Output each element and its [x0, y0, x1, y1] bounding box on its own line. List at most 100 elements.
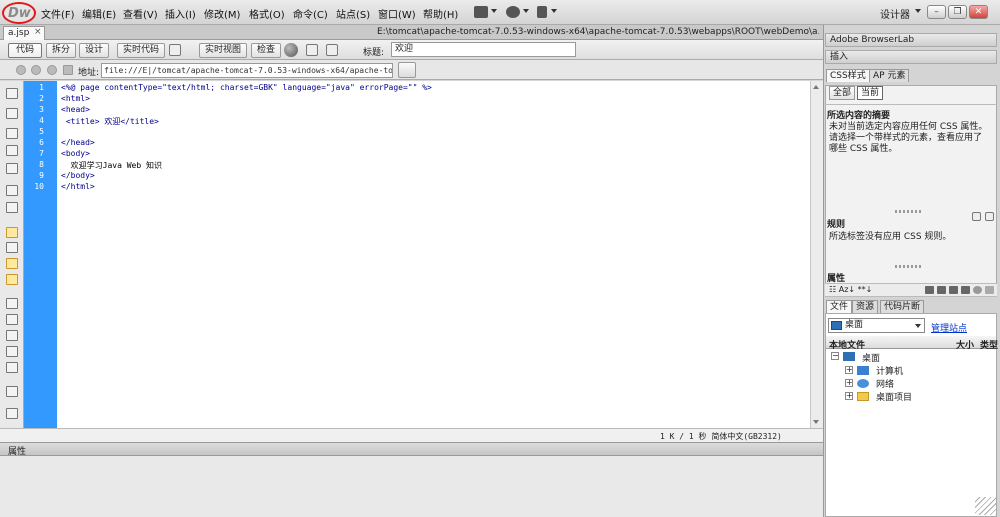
outdent-code-icon[interactable]: [6, 408, 18, 419]
tab-snippets[interactable]: 代码片断: [880, 300, 925, 313]
tree-item[interactable]: 桌面项目: [876, 390, 912, 403]
properties-panel-header[interactable]: [0, 442, 823, 456]
new-css-rule-icon[interactable]: [937, 286, 946, 294]
menu-modify[interactable]: 修改(M): [204, 6, 240, 21]
tree-toggle[interactable]: −: [831, 352, 839, 360]
collapse-selection-icon[interactable]: [6, 145, 18, 156]
remove-comment-icon[interactable]: [6, 314, 18, 325]
layout-icon[interactable]: [474, 6, 488, 18]
code-editor[interactable]: [57, 81, 810, 442]
close-button[interactable]: ✕: [969, 5, 988, 19]
chevron-down-icon[interactable]: [551, 9, 557, 13]
wrap-tag-icon[interactable]: [6, 330, 18, 341]
delete-rule-icon[interactable]: [985, 286, 994, 294]
scroll-up-icon[interactable]: [813, 85, 819, 89]
word-wrap-icon[interactable]: [6, 258, 18, 269]
resize-grip[interactable]: [975, 497, 997, 515]
visual-aids-icon[interactable]: [326, 44, 338, 56]
home-icon[interactable]: [63, 65, 73, 75]
edit-rule-icon[interactable]: [961, 286, 970, 294]
scroll-down-icon[interactable]: [813, 420, 819, 424]
tree-item[interactable]: 计算机: [876, 364, 903, 377]
address-input[interactable]: file:///E|/tomcat/apache-tomcat-7.0.53-w…: [101, 63, 393, 78]
manage-sites-link[interactable]: 管理站点: [931, 321, 967, 334]
code-line[interactable]: </head>: [61, 138, 95, 147]
close-icon[interactable]: ×: [34, 26, 42, 39]
code-line[interactable]: </html>: [61, 182, 95, 191]
live-view-button[interactable]: 实时视图: [199, 43, 247, 58]
cascade-icon[interactable]: [972, 212, 981, 221]
site-icon[interactable]: [537, 6, 547, 18]
tree-toggle[interactable]: +: [845, 366, 853, 374]
code-line[interactable]: <head>: [61, 105, 90, 114]
code-line[interactable]: <body>: [61, 149, 90, 158]
live-code-button[interactable]: 实时代码: [117, 43, 165, 58]
tree-item[interactable]: 网络: [876, 377, 894, 390]
menu-site[interactable]: 站点(S): [336, 6, 370, 21]
tree-toggle[interactable]: +: [845, 392, 853, 400]
attach-stylesheet-icon[interactable]: [925, 286, 934, 294]
preview-browser-icon[interactable]: [284, 43, 298, 57]
back-icon[interactable]: [16, 65, 26, 75]
page-title-input[interactable]: 欢迎: [391, 42, 576, 57]
menu-help[interactable]: 帮助(H): [423, 6, 458, 21]
col-local-files[interactable]: 本地文件: [829, 338, 865, 351]
show-code-navigator-icon[interactable]: [6, 108, 18, 119]
menu-format[interactable]: 格式(O): [249, 6, 285, 21]
menu-file[interactable]: 文件(F): [41, 6, 75, 21]
chevron-down-icon[interactable]: [915, 9, 921, 13]
menu-insert[interactable]: 插入(I): [165, 6, 196, 21]
code-line[interactable]: <html>: [61, 94, 90, 103]
minimize-button[interactable]: –: [927, 5, 946, 19]
menu-commands[interactable]: 命令(C): [293, 6, 328, 21]
apply-comment-icon[interactable]: [6, 298, 18, 309]
refresh-icon[interactable]: [306, 44, 318, 56]
code-line[interactable]: <title> 欢迎</title>: [61, 116, 159, 127]
select-parent-tag-icon[interactable]: [6, 185, 18, 196]
syntax-coloring-icon[interactable]: [6, 274, 18, 285]
tab-ap-elements[interactable]: AP 元素: [869, 69, 910, 82]
menu-view[interactable]: 查看(V): [123, 6, 158, 21]
split-view-button[interactable]: 拆分: [46, 43, 76, 58]
chevron-down-icon[interactable]: [491, 9, 497, 13]
tab-files[interactable]: 文件: [826, 300, 853, 313]
all-mode-button[interactable]: 全部: [829, 86, 856, 100]
tab-css-styles[interactable]: CSS样式: [826, 69, 870, 82]
indent-code-icon[interactable]: [6, 386, 18, 397]
code-line[interactable]: <%@ page contentType="text/html; charset…: [61, 83, 432, 92]
site-select[interactable]: 桌面: [828, 318, 925, 333]
collapse-tag-icon[interactable]: [6, 128, 18, 139]
tree-toggle[interactable]: +: [845, 379, 853, 387]
address-options-icon[interactable]: [398, 62, 416, 78]
menu-edit[interactable]: 编辑(E): [82, 6, 116, 21]
insert-panel-header[interactable]: 插入: [825, 50, 997, 64]
inspect-button[interactable]: 检查: [251, 43, 281, 58]
chevron-down-icon[interactable]: [523, 9, 529, 13]
browserlab-panel-header[interactable]: Adobe BrowserLab: [825, 33, 997, 47]
line-numbers-icon[interactable]: [6, 227, 18, 238]
code-line[interactable]: 欢迎学习Java Web 知识: [61, 160, 162, 171]
gear-icon[interactable]: [506, 6, 520, 18]
col-size[interactable]: 大小: [956, 338, 974, 351]
recent-snippets-icon[interactable]: [6, 346, 18, 357]
col-type[interactable]: 类型: [980, 338, 998, 351]
vertical-scrollbar[interactable]: [810, 81, 823, 442]
design-view-button[interactable]: 设计: [79, 43, 109, 58]
tab-assets[interactable]: 资源: [852, 300, 879, 313]
properties-view-toggles[interactable]: ☷ Az↓ **↓: [829, 285, 872, 294]
current-mode-button[interactable]: 当前: [857, 86, 884, 100]
chevron-down-icon[interactable]: [915, 324, 921, 328]
about-rule-icon[interactable]: [985, 212, 994, 221]
disable-property-icon[interactable]: [973, 286, 982, 294]
panel-resize-grip[interactable]: [895, 265, 923, 268]
tree-item[interactable]: 桌面: [862, 351, 880, 364]
refresh-icon[interactable]: [47, 65, 57, 75]
workspace-switcher[interactable]: 设计器: [880, 6, 910, 21]
check-browser-icon[interactable]: [169, 44, 181, 56]
code-line[interactable]: </body>: [61, 171, 95, 180]
expand-all-icon[interactable]: [6, 163, 18, 174]
add-property-icon[interactable]: [949, 286, 958, 294]
highlight-invalid-code-icon[interactable]: [6, 242, 18, 253]
balance-braces-icon[interactable]: [6, 202, 18, 213]
code-view-button[interactable]: 代码: [8, 43, 42, 58]
